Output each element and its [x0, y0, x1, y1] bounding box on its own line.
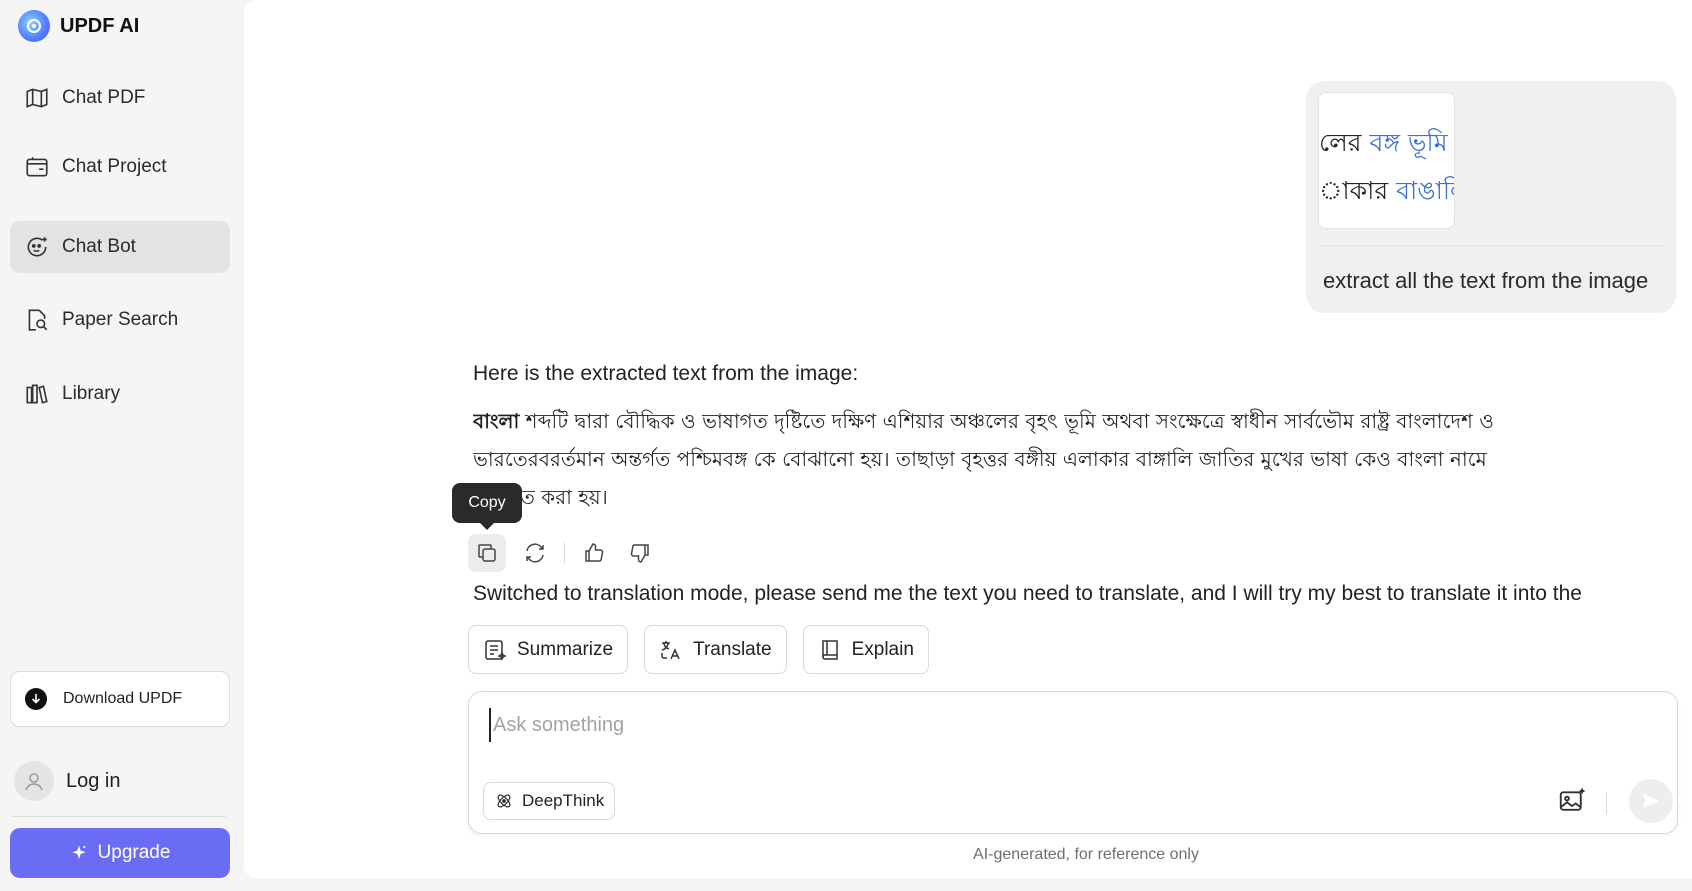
message-actions — [468, 534, 659, 572]
assistant-extracted-text: বাংলা শব্দটি দ্বারা বৌদ্ধিক ও ভাষাগত দৃষ… — [473, 402, 1673, 516]
sidebar: UPDF AI Chat PDF Chat Project Chat Bot P… — [0, 0, 244, 891]
download-icon — [25, 688, 47, 710]
sparkle-icon — [71, 845, 86, 859]
extracted-line: পরিচিত করা হয়। — [473, 485, 608, 509]
extracted-line: ভারতেরবরর্তমান অন্তর্গত পশ্চিমবঙ্গ কে বো… — [473, 447, 1487, 471]
thumbs-down-icon — [630, 544, 649, 563]
download-updf-button[interactable]: Download UPDF — [10, 671, 230, 727]
thumbs-up-button[interactable] — [575, 534, 613, 572]
sidebar-item-library[interactable]: Library — [10, 368, 230, 420]
thumbnail-text-line: লের বঙ্গ ভূমি — [1319, 128, 1448, 157]
sidebar-item-label: Chat PDF — [62, 87, 146, 108]
user-message-text: extract all the text from the image — [1323, 268, 1649, 293]
actions-divider — [564, 543, 565, 563]
sidebar-item-paper-search[interactable]: Paper Search — [10, 294, 230, 346]
chatbot-icon — [27, 237, 47, 257]
explain-button[interactable]: Explain — [802, 625, 929, 674]
thumbs-up-icon — [585, 543, 604, 562]
assistant-intro-text: Here is the extracted text from the imag… — [473, 362, 859, 385]
login-label: Log in — [66, 769, 121, 792]
sidebar-item-label: Paper Search — [62, 309, 179, 330]
book-icon — [821, 639, 838, 660]
copy-tooltip: Copy — [452, 483, 522, 530]
regenerate-button[interactable] — [516, 534, 554, 572]
brand[interactable]: UPDF AI — [18, 10, 139, 42]
folder-icon — [26, 157, 48, 177]
summarize-icon — [485, 639, 507, 661]
translate-icon — [661, 640, 680, 659]
extracted-line: বাংলা শব্দটি দ্বারা বৌদ্ধিক ও ভাষাগত দৃষ… — [473, 409, 1494, 433]
brand-name: UPDF AI — [60, 14, 140, 37]
sidebar-item-label: Library — [62, 383, 121, 404]
sidebar-item-chat-bot[interactable]: Chat Bot — [10, 221, 230, 273]
paper-search-icon — [28, 309, 48, 331]
download-label: Download UPDF — [63, 690, 183, 707]
ai-disclaimer: AI-generated, for reference only — [973, 846, 1199, 863]
assistant-translation-message: Switched to translation mode, please sen… — [473, 582, 1582, 605]
ask-input[interactable] — [489, 708, 1649, 742]
chat-main: লের বঙ্গ ভূমি াকার বাঙালি জ extract all … — [244, 0, 1692, 878]
thumbs-down-button[interactable] — [621, 534, 659, 572]
deepthink-toggle[interactable]: DeepThink — [483, 782, 616, 820]
thumbnail-text-line: াকার বাঙালি জ — [1319, 176, 1454, 205]
updf-logo-icon — [18, 10, 50, 42]
library-icon — [26, 384, 48, 404]
sidebar-item-label: Chat Project — [62, 156, 167, 177]
sidebar-divider — [12, 816, 226, 817]
refresh-icon — [526, 543, 544, 563]
summarize-button[interactable]: Summarize — [468, 625, 629, 674]
upgrade-button[interactable]: Upgrade — [10, 828, 230, 878]
summarize-label: Summarize — [517, 638, 614, 660]
send-icon — [1642, 793, 1660, 809]
sidebar-item-chat-pdf[interactable]: Chat PDF — [10, 72, 230, 124]
translate-button[interactable]: Translate — [644, 625, 787, 674]
chat-composer: DeepThink — [468, 691, 1678, 834]
atom-icon — [497, 794, 511, 808]
attached-image-thumbnail[interactable]: লের বঙ্গ ভূমি াকার বাঙালি জ — [1318, 92, 1455, 229]
bubble-divider — [1318, 245, 1664, 246]
send-button[interactable] — [1629, 779, 1673, 823]
copy-icon — [478, 544, 496, 562]
upgrade-label: Upgrade — [97, 842, 171, 863]
book-open-icon — [26, 88, 48, 108]
user-message-bubble: লের বঙ্গ ভূমি াকার বাঙালি জ extract all … — [1306, 81, 1676, 313]
sidebar-item-chat-project[interactable]: Chat Project — [10, 141, 230, 193]
image-upload-button[interactable] — [1557, 786, 1587, 816]
deepthink-label: DeepThink — [522, 791, 605, 810]
explain-label: Explain — [851, 638, 914, 660]
sidebar-item-label: Chat Bot — [62, 236, 136, 257]
user-avatar-icon — [14, 761, 54, 801]
login-button[interactable]: Log in — [14, 761, 121, 801]
quick-actions: Summarize Translate Explain — [468, 625, 929, 674]
translate-label: Translate — [693, 638, 772, 660]
copy-button[interactable] — [468, 534, 506, 572]
composer-divider — [1606, 792, 1607, 814]
image-add-icon — [1559, 788, 1585, 811]
